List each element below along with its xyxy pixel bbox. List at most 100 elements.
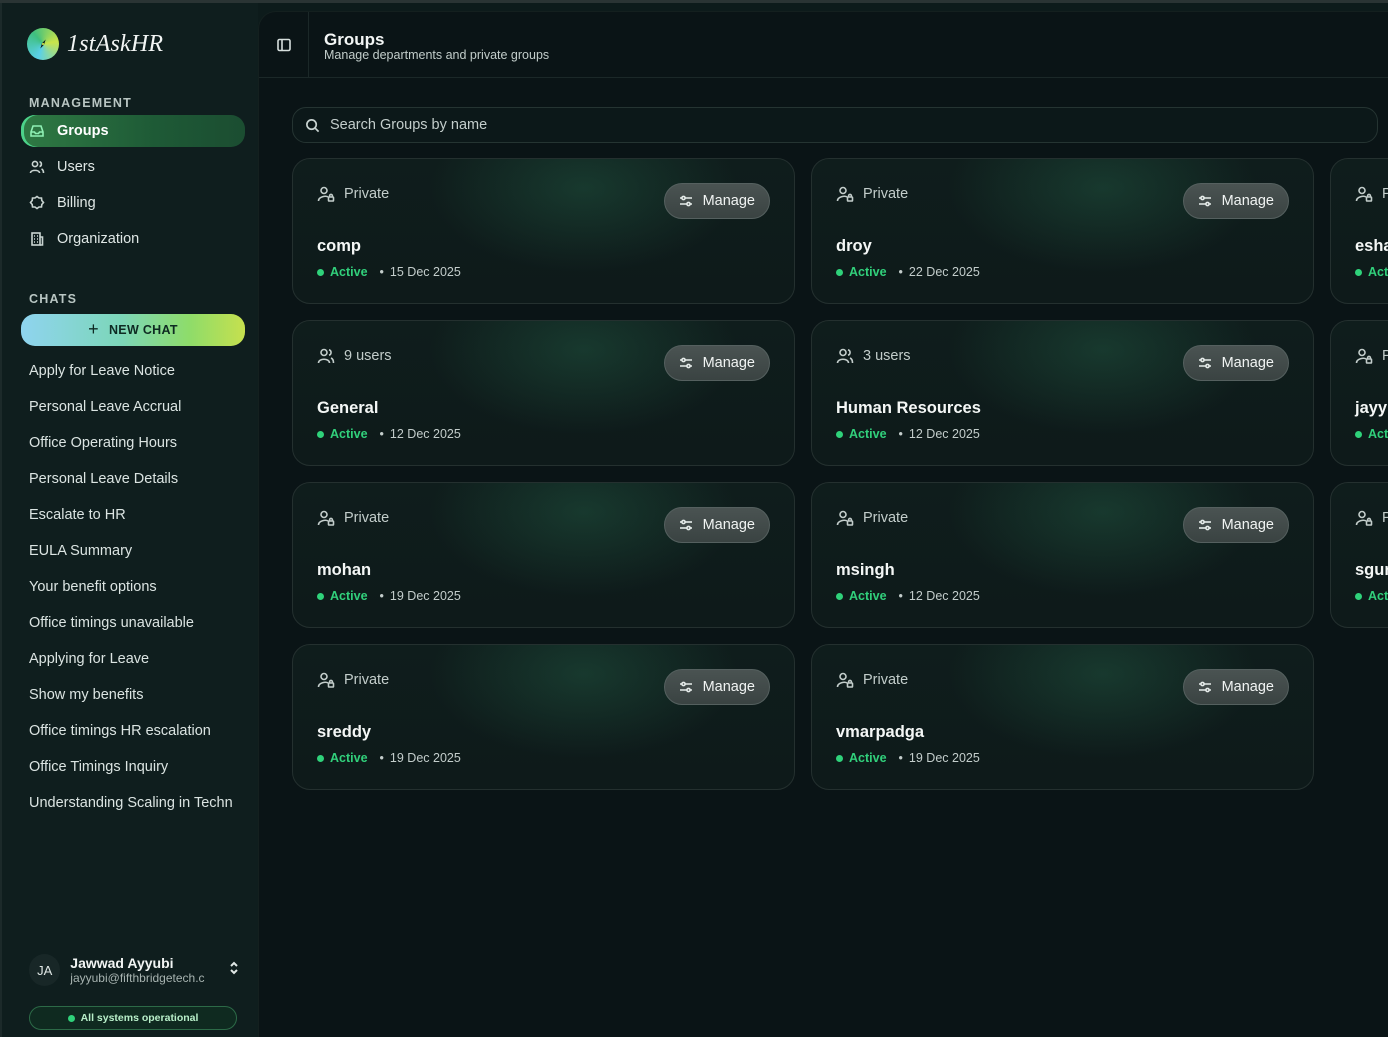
active-dot-icon [836,754,843,762]
page-title: Groups [324,30,385,49]
group-type: 9 users [317,347,392,365]
sidebar-item-groups[interactable]: Groups [21,115,245,147]
users-icon [29,160,45,174]
manage-button[interactable]: Manage [663,345,770,381]
active-dot-icon [317,754,324,762]
group-card[interactable]: P jayyu Acti [1330,320,1388,466]
chat-item[interactable]: Office Timings Inquiry [29,749,239,785]
created-date: 12 Dec 2025 [908,427,980,441]
chats-section-label: CHATS [29,292,78,306]
chevrons-up-down-icon[interactable] [227,961,241,980]
group-type: Private [836,185,908,203]
group-card[interactable]: Private Manage sreddy Active • 19 Dec 20… [292,644,795,790]
chat-item[interactable]: Personal Leave Details [29,461,239,497]
group-card[interactable]: Private Manage vmarpadga Active • 19 Dec… [811,644,1314,790]
chat-item[interactable]: Applying for Leave [29,641,239,677]
compass-logo-icon [27,28,59,60]
sidebar-toggle-button[interactable] [259,12,309,78]
sidebar-item-organization[interactable]: Organization [21,223,245,255]
user-lock-icon [1355,348,1373,364]
meta-separator: • [379,427,384,441]
group-meta: Active • 19 Dec 2025 [317,751,461,765]
avatar: JA [29,954,61,986]
chat-item[interactable]: Understanding Scaling in Techn [29,785,239,821]
user-lock-icon [836,186,854,202]
group-meta: Active • 12 Dec 2025 [836,589,980,603]
sliders-icon [1198,357,1211,369]
created-date: 19 Dec 2025 [389,589,461,603]
group-type-label: Private [344,672,390,688]
status-badge: Active [849,589,887,603]
topbar: Groups Manage departments and private gr… [259,12,1388,78]
status-badge: Acti [1368,589,1388,603]
sidebar-item-users[interactable]: Users [21,151,245,183]
manage-label: Manage [702,355,755,371]
active-dot-icon [1355,592,1362,600]
meta-separator: • [379,265,384,279]
active-dot-icon [317,268,324,276]
group-card[interactable]: Private Manage droy Active • 22 Dec 2025 [811,158,1314,304]
sidebar-item-label: Users [57,159,95,175]
search-input[interactable] [330,117,1330,133]
chat-item[interactable]: Office timings unavailable [29,605,239,641]
users-icon [836,348,854,364]
user-lock-icon [317,186,335,202]
meta-separator: • [898,427,903,441]
chat-list: Apply for Leave Notice Personal Leave Ac… [29,353,239,821]
group-card[interactable]: Private Manage msingh Active • 12 Dec 20… [811,482,1314,628]
chat-item[interactable]: Personal Leave Accrual [29,389,239,425]
manage-label: Manage [1221,355,1274,371]
user-lock-icon [317,510,335,526]
group-card[interactable]: P sgur Acti [1330,482,1388,628]
manage-label: Manage [702,517,755,533]
created-date: 19 Dec 2025 [389,751,461,765]
manage-button[interactable]: Manage [1182,669,1289,705]
meta-separator: • [379,751,384,765]
chat-item[interactable]: Office Operating Hours [29,425,239,461]
new-chat-label: NEW CHAT [108,323,178,337]
chat-item[interactable]: Office timings HR escalation [29,713,239,749]
status-badge: Active [330,751,368,765]
sliders-icon [679,195,692,207]
active-dot-icon [317,430,324,438]
status-badge: Active [330,265,368,279]
group-card[interactable]: 3 users Manage Human Resources Active • … [811,320,1314,466]
group-type-label: P [1382,186,1388,202]
group-meta: Active • 12 Dec 2025 [836,427,980,441]
manage-label: Manage [702,679,755,695]
chat-item[interactable]: EULA Summary [29,533,239,569]
brand[interactable]: 1stAskHR [27,28,163,60]
group-type-label: Private [344,510,390,526]
inbox-icon [30,125,44,137]
sliders-icon [679,681,692,693]
sidebar-item-billing[interactable]: Billing [21,187,245,219]
management-nav: Groups Users Billing Organization [21,115,245,259]
active-dot-icon [317,592,324,600]
active-dot-icon [1355,268,1362,276]
group-type: Private [317,185,389,203]
chat-item[interactable]: Escalate to HR [29,497,239,533]
manage-button[interactable]: Manage [663,507,770,543]
group-name: vmarpadga [836,723,925,741]
sliders-icon [1198,519,1211,531]
group-meta: Acti [1355,265,1388,279]
chat-item[interactable]: Apply for Leave Notice [29,353,239,389]
manage-button[interactable]: Manage [663,669,770,705]
manage-button[interactable]: Manage [663,183,770,219]
group-card[interactable]: Private Manage mohan Active • 19 Dec 202… [292,482,795,628]
manage-label: Manage [1221,193,1274,209]
group-card[interactable]: Private Manage comp Active • 15 Dec 2025 [292,158,795,304]
group-meta: Acti [1355,589,1388,603]
created-date: 22 Dec 2025 [908,265,980,279]
manage-button[interactable]: Manage [1182,507,1289,543]
user-menu[interactable]: JA Jawwad Ayyubi jayyubi@fifthbridgetech… [29,951,241,989]
manage-button[interactable]: Manage [1182,183,1289,219]
group-type: P [1355,185,1388,203]
search-bar[interactable] [292,107,1378,143]
manage-button[interactable]: Manage [1182,345,1289,381]
new-chat-button[interactable]: + NEW CHAT [21,314,245,346]
chat-item[interactable]: Your benefit options [29,569,239,605]
group-card[interactable]: P esha Acti [1330,158,1388,304]
chat-item[interactable]: Show my benefits [29,677,239,713]
group-card[interactable]: 9 users Manage General Active • 12 Dec 2… [292,320,795,466]
